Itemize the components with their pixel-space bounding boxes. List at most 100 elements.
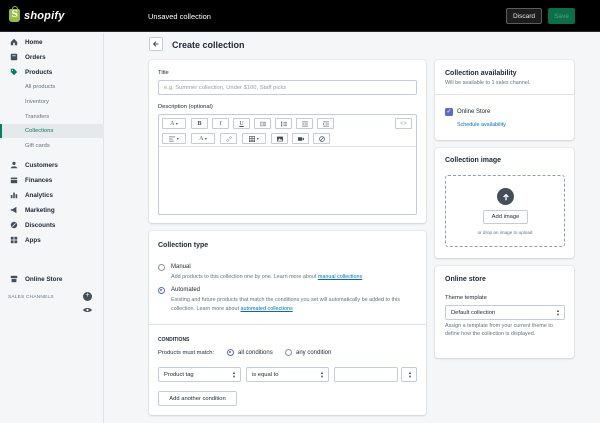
sidebar-item-label: Inventory	[25, 99, 49, 105]
bold-button[interactable]: B	[191, 118, 208, 129]
outdent-button[interactable]	[296, 118, 313, 129]
image-dropzone[interactable]: Add image or drop an image to upload	[445, 175, 565, 247]
online-store-checkbox[interactable]: ✓	[445, 108, 453, 116]
customers-icon	[9, 161, 18, 170]
automated-label: Automated	[171, 287, 201, 293]
add-channel-icon[interactable]: +	[83, 292, 92, 301]
eye-icon[interactable]	[83, 307, 92, 313]
sidebar-item-discounts[interactable]: Discounts	[0, 218, 104, 232]
italic-button[interactable]: I	[212, 118, 229, 129]
automated-collections-link[interactable]: automated collections	[241, 306, 293, 312]
table-dropdown[interactable]: ▾	[242, 133, 266, 144]
automated-radio[interactable]	[158, 287, 165, 294]
sidebar-item-label: Analytics	[25, 191, 53, 199]
discard-button[interactable]: Discard	[506, 8, 542, 24]
theme-template-help: Assign a template from your current them…	[445, 323, 553, 337]
bulleted-list-icon	[259, 121, 266, 126]
underline-button[interactable]: U	[233, 118, 250, 129]
condition-field-select[interactable]: Product tag ▲ ▼	[158, 367, 241, 382]
manual-collections-link[interactable]: manual collections	[318, 274, 362, 280]
sidebar-item-analytics[interactable]: Analytics	[0, 188, 104, 202]
top-bar: shopify Unsaved collection Discard Save	[0, 0, 600, 32]
bulleted-list-button[interactable]	[254, 118, 271, 129]
divider	[435, 94, 574, 95]
indent-icon	[322, 121, 329, 126]
save-button[interactable]: Save	[548, 8, 575, 24]
condition-value-input[interactable]	[334, 367, 398, 382]
add-condition-button[interactable]: Add another condition	[158, 391, 237, 406]
description-text-area[interactable]	[159, 148, 416, 214]
sidebar-item-collections[interactable]: Collections	[0, 124, 104, 138]
sales-channels-heading: SALES CHANNELS	[8, 295, 54, 300]
select-arrows-icon: ▲ ▼	[556, 308, 560, 317]
automated-help-text: Existing and future products that match …	[171, 296, 411, 314]
theme-template-select[interactable]: Default collection ▲ ▼	[445, 305, 565, 320]
sidebar-item-label: Customers	[25, 161, 58, 169]
align-dropdown[interactable]: ▾	[162, 133, 186, 144]
code-view-button[interactable]: <>	[395, 118, 412, 129]
shopify-bag-icon	[9, 6, 20, 22]
sidebar-item-online-store[interactable]: Online Store	[0, 272, 104, 286]
clear-formatting-button[interactable]	[313, 133, 330, 144]
link-icon	[225, 135, 232, 142]
back-button[interactable]	[149, 37, 163, 51]
insert-image-button[interactable]	[271, 133, 288, 144]
all-conditions-radio[interactable]	[227, 349, 234, 356]
sidebar-item-apps[interactable]: Apps	[0, 233, 104, 247]
drop-hint: or drop an image to upload	[477, 230, 533, 235]
sidebar-item-customers[interactable]: Customers	[0, 158, 104, 172]
indent-button[interactable]	[317, 118, 334, 129]
condition-operator-value: is equal to	[252, 372, 279, 378]
divider	[149, 324, 426, 325]
any-condition-radio[interactable]	[285, 349, 292, 356]
sidebar-item-gift-cards[interactable]: Gift cards	[0, 139, 104, 153]
unsaved-status: Unsaved collection	[148, 12, 211, 21]
online-store-heading: Online store	[445, 276, 486, 283]
sidebar-item-products[interactable]: Products	[0, 65, 104, 79]
condition-operator-select[interactable]: is equal to ▲ ▼	[246, 367, 329, 382]
marketing-icon	[9, 206, 18, 215]
collection-type-card	[149, 231, 426, 415]
description-label: Description (optional)	[158, 104, 213, 110]
text-color-label: A	[199, 135, 204, 142]
brand-name: shopify	[24, 9, 65, 22]
theme-template-label: Theme template	[445, 295, 487, 301]
sidebar-item-label: All products	[25, 84, 56, 90]
text-color-dropdown[interactable]: A ▾	[191, 133, 215, 144]
sidebar-item-home[interactable]: Home	[0, 35, 104, 49]
sidebar-item-label: Online Store	[25, 275, 63, 283]
match-label: Products must match:	[158, 350, 215, 356]
online-store-channel-label: Online Store	[457, 109, 491, 115]
sidebar-item-label: Gift cards	[25, 143, 50, 149]
analytics-icon	[9, 191, 18, 200]
sidebar-item-transfers[interactable]: Transfers	[0, 110, 104, 124]
video-icon	[297, 136, 304, 141]
manual-radio[interactable]	[158, 264, 165, 271]
add-image-button[interactable]: Add image	[483, 210, 528, 224]
all-conditions-label: all conditions	[238, 350, 273, 356]
sidebar-item-label: Orders	[25, 53, 46, 61]
store-icon	[9, 275, 18, 284]
sidebar-item-finances[interactable]: Finances	[0, 173, 104, 187]
paragraph-style-dropdown[interactable]: A ▾	[162, 118, 186, 129]
description-editor: A ▾ B I U <> ▾ A ▾ ▾	[158, 114, 417, 215]
sidebar-item-label: Marketing	[25, 206, 55, 214]
insert-video-button[interactable]	[292, 133, 309, 144]
arrow-left-icon	[152, 41, 159, 47]
shopify-logo[interactable]: shopify	[9, 6, 65, 22]
schedule-availability-link[interactable]: Schedule availability	[457, 121, 506, 130]
sidebar-item-all-products[interactable]: All products	[0, 80, 104, 94]
numbered-list-icon	[280, 121, 287, 126]
sidebar-item-marketing[interactable]: Marketing	[0, 203, 104, 217]
sidebar-item-orders[interactable]: Orders	[0, 50, 104, 64]
title-input[interactable]: e.g. Summer collection, Under $100, Staf…	[158, 80, 417, 95]
sidebar-item-label: Finances	[25, 176, 53, 184]
link-button[interactable]	[220, 133, 237, 144]
sidebar-item-inventory[interactable]: Inventory	[0, 95, 104, 109]
title-label: Title	[158, 70, 169, 76]
home-icon	[9, 38, 18, 47]
select-arrows-icon: ▲ ▼	[232, 370, 236, 379]
numbered-list-button[interactable]	[275, 118, 292, 129]
condition-value-dropdown[interactable]: ▲ ▼	[401, 367, 417, 382]
sidebar-item-label: Discounts	[25, 221, 56, 229]
